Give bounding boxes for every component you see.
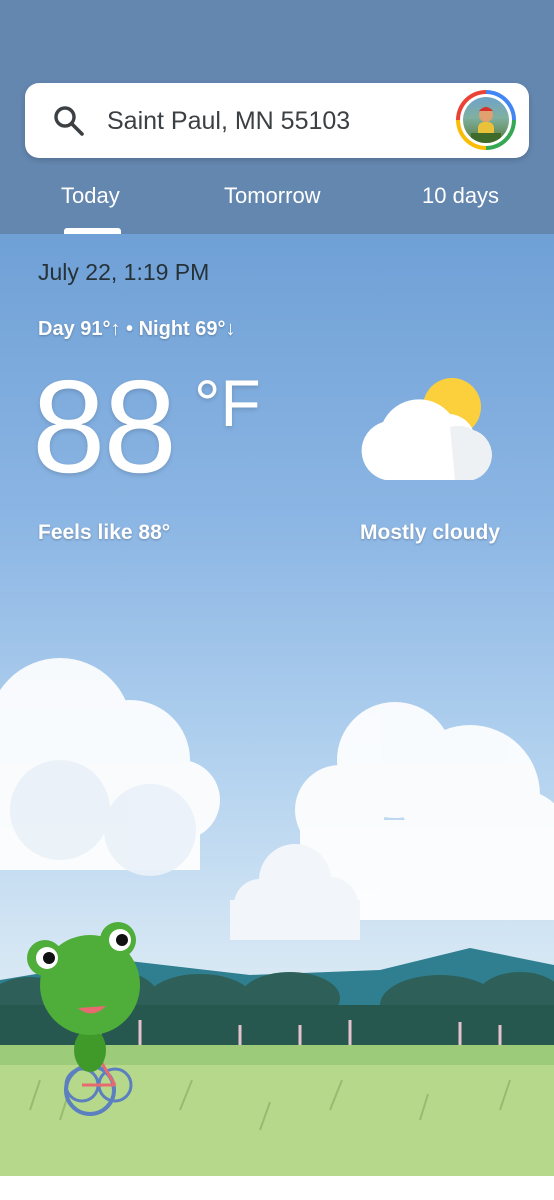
tab-10-days[interactable]: 10 days bbox=[422, 180, 499, 212]
location-text[interactable]: Saint Paul, MN 55103 bbox=[107, 104, 350, 138]
account-avatar[interactable] bbox=[456, 90, 516, 150]
day-night-temps: Day 91°↑ • Night 69°↓ bbox=[38, 318, 236, 340]
search-icon[interactable] bbox=[52, 104, 86, 138]
bottom-edge bbox=[0, 1176, 554, 1200]
condition-text: Mostly cloudy bbox=[360, 521, 501, 544]
feels-like: Feels like 88° bbox=[38, 521, 171, 544]
current-temperature: 88 bbox=[32, 353, 177, 500]
current-datetime: July 22, 1:19 PM bbox=[38, 259, 210, 285]
landscape-illustration bbox=[0, 658, 554, 1200]
selected-tab-indicator bbox=[64, 228, 121, 234]
mostly-cloudy-icon bbox=[361, 378, 492, 480]
temperature-unit[interactable]: °F bbox=[194, 365, 261, 441]
tab-tomorrow[interactable]: Tomorrow bbox=[224, 180, 321, 212]
tab-today[interactable]: Today bbox=[61, 180, 120, 212]
